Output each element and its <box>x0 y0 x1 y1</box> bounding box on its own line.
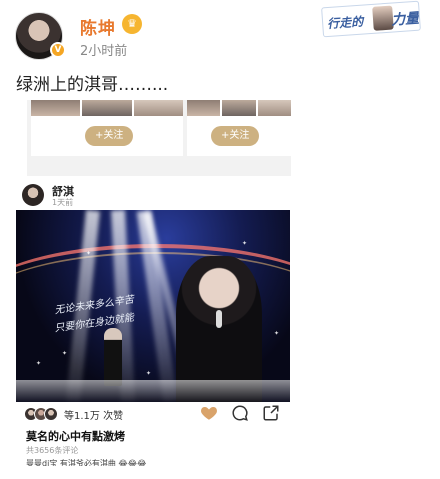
post-time: 2小时前 <box>80 44 128 59</box>
comment-icon[interactable] <box>231 404 249 422</box>
repost-author-avatar[interactable] <box>22 184 44 206</box>
repost-caption: 莫名的心中有點激烤 <box>26 430 125 443</box>
author-name[interactable]: 陈坤 <box>80 14 116 39</box>
like-count[interactable]: 等1.1万 次赞 <box>64 407 123 422</box>
liker-avatars[interactable] <box>24 407 58 421</box>
concert-photo[interactable]: ✦ ✦ ✦ ✦ ✦ ✦ ✦ 无论未来多么辛苦 只要你在身边就能 <box>16 210 290 402</box>
share-icon[interactable] <box>262 404 280 422</box>
crown-icon: ♛ <box>122 14 142 34</box>
partial-comment: 曼曼di宝 有淇爷必有淇曲 😂😂😂 <box>26 459 147 466</box>
repost-time: 1天前 <box>52 198 74 207</box>
card-thumbnails <box>187 100 291 116</box>
topic-tag-text-left: 行走的 <box>326 14 364 32</box>
heart-icon[interactable] <box>200 404 218 422</box>
recommendation-card: +关注 <box>31 100 183 156</box>
verified-badge-icon: V <box>50 42 66 58</box>
topic-tag[interactable]: 行走的 力量 <box>321 0 421 38</box>
topic-tag-text-right: 力量 <box>390 10 420 29</box>
follow-button[interactable]: +关注 <box>211 126 260 146</box>
follow-button[interactable]: +关注 <box>85 126 134 146</box>
performer-figure <box>104 328 122 386</box>
recommendation-strip: +关注 +关注 <box>27 100 291 176</box>
microphone <box>216 310 222 328</box>
card-thumbnails <box>31 100 183 116</box>
comment-count[interactable]: 共3656条评论 <box>26 445 78 456</box>
recommendation-card: +关注 <box>187 100 291 156</box>
stage-floor <box>16 380 290 402</box>
post-text: 绿洲上的淇哥……... <box>16 75 169 95</box>
